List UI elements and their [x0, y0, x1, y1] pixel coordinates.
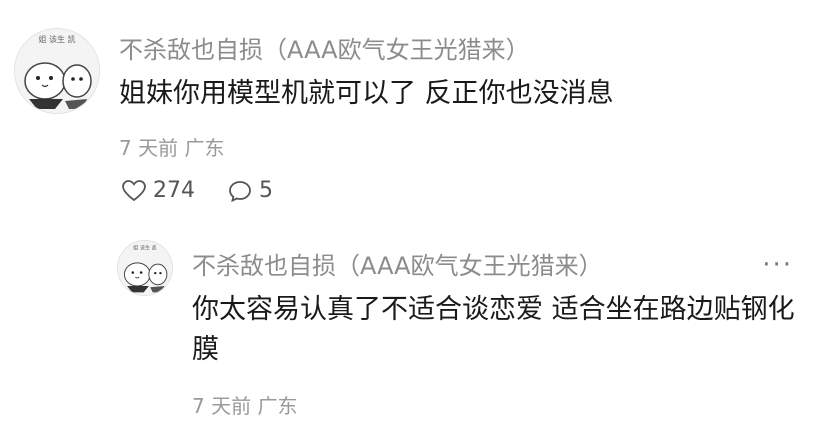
comment-meta: 7 天前 广东	[119, 132, 224, 161]
comment-location: 广东	[184, 136, 225, 160]
like-button[interactable]: 274	[121, 178, 195, 203]
reply-avatar-image: 姐 该生 凯	[118, 241, 172, 295]
comment-username[interactable]: 不杀敌也自损（AAA欧气女王光猎来）	[119, 30, 530, 65]
comment-text: 姐妹你用模型机就可以了 反正你也没消息	[119, 78, 614, 109]
reply-count: 5	[259, 178, 273, 203]
reply-text: 你太容易认真了不适合谈恋爱 适合坐在路边贴钢化膜	[192, 294, 795, 365]
avatar-caption: 姐 该生 凯	[38, 34, 75, 44]
reply-meta: 7 天前 广东	[192, 390, 297, 419]
heart-outline-icon	[122, 179, 146, 201]
reply-avatar[interactable]: 姐 该生 凯	[117, 240, 173, 296]
comment-actions: 274 5	[121, 178, 273, 203]
reply-location: 广东	[257, 394, 298, 418]
more-options-button[interactable]: ···	[762, 250, 793, 280]
avatar-image: 姐 该生 凯	[15, 29, 99, 113]
comment-avatar[interactable]: 姐 该生 凯	[14, 28, 100, 114]
chat-bubble-icon	[229, 180, 251, 202]
reply-button[interactable]: 5	[227, 178, 273, 203]
comment-time: 7 天前	[119, 136, 179, 160]
reply-time: 7 天前	[192, 394, 252, 418]
reply-username[interactable]: 不杀敌也自损（AAA欧气女王光猎来）	[192, 246, 603, 281]
like-count: 274	[153, 178, 195, 203]
